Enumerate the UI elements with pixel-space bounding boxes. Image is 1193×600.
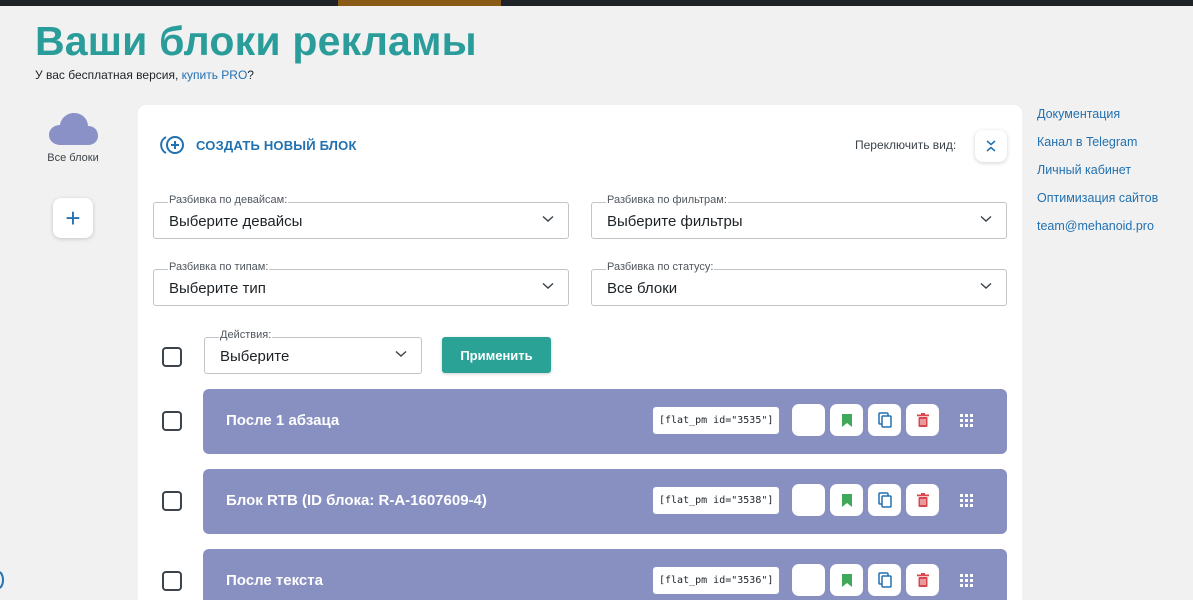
types-select[interactable]: Разбивка по типам: Выберите тип [153,261,569,306]
filters-select-label: Разбивка по фильтрам: [606,194,728,206]
trash-icon [916,573,929,587]
trash-icon [916,413,929,427]
devices-select-value: Выберите девайсы [169,213,303,230]
block-bookmark-button[interactable] [830,564,863,596]
all-blocks-folder[interactable]: Все блоки [35,110,111,164]
block-row[interactable]: После 1 абзаца [flat_pm id="3535"] [203,389,1007,454]
filters-select[interactable]: Разбивка по фильтрам: Выберите фильтры [591,194,1007,239]
block-bookmark-button[interactable] [830,484,863,516]
copy-icon [877,572,892,588]
edge-fragment-icon [0,571,4,589]
status-select-value: Все блоки [607,280,678,297]
version-notice-text: У вас бесплатная версия, [35,68,182,82]
chevron-down-icon [542,282,554,289]
block-row[interactable]: Блок RTB (ID блока: R-A-1607609-4) [flat… [203,469,1007,534]
block-delete-button[interactable] [906,404,939,436]
devices-select-label: Разбивка по девайсам: [168,194,289,206]
block-checkbox[interactable] [162,571,182,591]
chevron-down-icon [395,350,407,357]
block-name[interactable]: После текста [226,572,323,589]
block-copy-button[interactable] [868,564,901,596]
switch-view-label: Переключить вид: [855,138,957,152]
folder-sidebar: Все блоки + [35,110,111,238]
block-delete-button[interactable] [906,564,939,596]
email-link[interactable]: team@mehanoid.pro [1037,219,1158,247]
block-name[interactable]: После 1 абзаца [226,412,339,429]
add-circle-icon [160,136,184,154]
cloud-icon [49,113,98,145]
telegram-link[interactable]: Канал в Telegram [1037,135,1158,163]
status-select-label: Разбивка по статусу: [606,261,715,273]
block-toggle-button[interactable] [792,404,825,436]
help-links: Документация Канал в Telegram Личный каб… [1037,107,1158,247]
apply-button[interactable]: Применить [442,337,551,373]
block-shortcode[interactable]: [flat_pm id="3536"] [653,567,780,594]
docs-link[interactable]: Документация [1037,107,1158,135]
block-row[interactable]: После текста [flat_pm id="3536"] [203,549,1007,600]
copy-icon [877,412,892,428]
filters-select-value: Выберите фильтры [607,213,743,230]
optimization-link[interactable]: Оптимизация сайтов [1037,191,1158,219]
block-shortcode[interactable]: [flat_pm id="3535"] [653,407,780,434]
add-folder-button[interactable]: + [53,198,93,238]
types-select-value: Выберите тип [169,280,266,297]
trash-icon [916,493,929,507]
block-toggle-button[interactable] [792,564,825,596]
collapse-icon [986,140,996,152]
create-block-button[interactable]: СОЗДАТЬ НОВЫЙ БЛОК [160,135,357,155]
version-notice: У вас бесплатная версия, купить PRO? [35,68,254,82]
actions-select-label: Действия: [219,329,273,341]
bookmark-icon [841,413,852,427]
block-checkbox[interactable] [162,491,182,511]
block-bookmark-button[interactable] [830,404,863,436]
block-copy-button[interactable] [868,404,901,436]
version-notice-suffix: ? [247,68,254,82]
chevron-down-icon [542,215,554,222]
drag-grid-icon[interactable] [960,494,973,507]
block-checkbox[interactable] [162,411,182,431]
copy-icon [877,492,892,508]
block-copy-button[interactable] [868,484,901,516]
actions-select-value: Выберите [220,348,290,365]
plus-icon: + [65,203,81,233]
account-link[interactable]: Личный кабинет [1037,163,1158,191]
switch-view-button[interactable] [975,130,1007,162]
select-all-checkbox[interactable] [162,347,182,367]
admin-top-bar [0,0,1193,6]
admin-top-bar-active [338,0,501,6]
blocks-panel: СОЗДАТЬ НОВЫЙ БЛОК Переключить вид: Разб… [138,105,1022,600]
block-name[interactable]: Блок RTB (ID блока: R-A-1607609-4) [226,492,487,509]
create-block-label: СОЗДАТЬ НОВЫЙ БЛОК [196,137,357,153]
block-delete-button[interactable] [906,484,939,516]
types-select-label: Разбивка по типам: [168,261,270,273]
devices-select[interactable]: Разбивка по девайсам: Выберите девайсы [153,194,569,239]
drag-grid-icon[interactable] [960,414,973,427]
all-blocks-label: Все блоки [47,152,99,164]
drag-grid-icon[interactable] [960,574,973,587]
block-toggle-button[interactable] [792,484,825,516]
buy-pro-link[interactable]: купить PRO [182,68,248,82]
block-shortcode[interactable]: [flat_pm id="3538"] [653,487,780,514]
bookmark-icon [841,573,852,587]
page-title: Ваши блоки рекламы [35,18,477,64]
chevron-down-icon [980,282,992,289]
bookmark-icon [841,493,852,507]
actions-select[interactable]: Действия: Выберите [204,329,422,374]
status-select[interactable]: Разбивка по статусу: Все блоки [591,261,1007,306]
chevron-down-icon [980,215,992,222]
